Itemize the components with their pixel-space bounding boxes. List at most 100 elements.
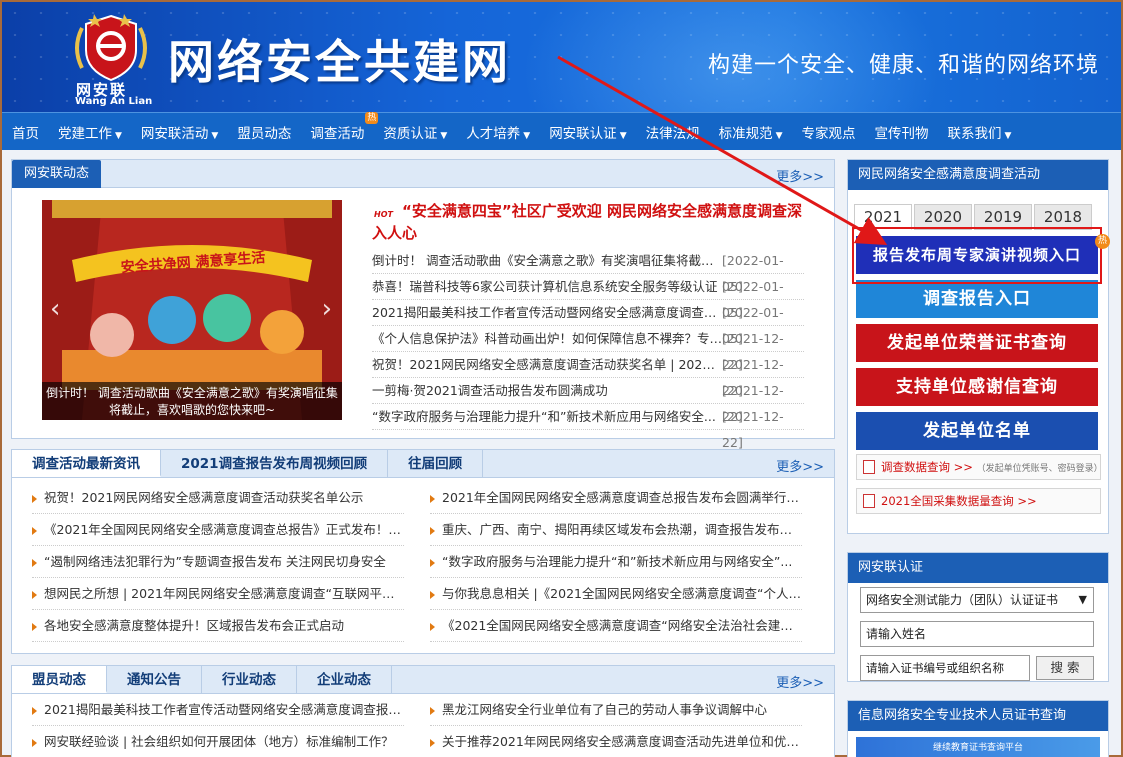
list-item[interactable]: 黑龙江网络安全行业单位有了自己的劳动人事争议调解中心 [430,694,802,726]
list-item[interactable]: 《2021年全国网民网络安全感满意度调查总报告》正式发布！网... [32,514,404,546]
news-title[interactable]: 恭喜！瑞普科技等6家公司获计算机信息系统安全服务等级认证 [372,274,722,299]
headline-link[interactable]: “安全满意四宝”社区广受欢迎 网民网络安全感满意度调查深入人心 [372,200,812,244]
nav-item[interactable]: 联系我们 ▼ [948,122,1012,142]
news-title[interactable]: 祝贺！2021网民网络安全感满意度调查活动获奖名单 | 2021调查... [372,352,722,377]
list-item[interactable]: 《2021全国网民网络安全感满意度调查“网络安全法治社会建设... [430,610,802,642]
members-tab-bar: 盟员动态 通知公告 行业动态 企业动态 更多>> [12,666,834,694]
survey-more-link[interactable]: 更多>> [776,456,824,475]
logo-text-en: Wang An Lian [75,96,153,107]
tab-item[interactable]: 通知公告 [107,666,202,693]
list-item[interactable]: 各地安全感满意度整体提升！区域报告发布会正式启动 [32,610,404,642]
news-item[interactable]: 2021揭阳最美科技工作者宣传活动暨网络安全感满意度调查报告... [2022-0… [372,300,804,346]
survey-side-title: 网民网络安全感满意度调查活动 [848,160,1108,190]
data-query-note: （发起单位凭账号、密码登录） [976,464,1101,474]
carousel-prev-icon[interactable]: ‹ [50,294,60,324]
nav-item[interactable]: 盟员动态 [237,122,291,142]
name-input-placeholder: 请输入姓名 [866,627,927,641]
news-title[interactable]: 倒计时！ 调查活动歌曲《安全满意之歌》有奖演唱征集将截止，... [372,248,722,273]
side-entry-button[interactable]: 发起单位荣誉证书查询 [856,324,1098,362]
carousel-slide[interactable]: 安全共净网 满意享生活 ‹ › 倒计时！ 调查活动歌曲《安全满意之歌》有奖演唱征… [42,200,342,420]
nav-item[interactable]: 人才培养 ▼ [466,122,530,142]
news-item[interactable]: 祝贺！2021网民网络安全感满意度调查活动获奖名单 | 2021调查... [20… [372,352,804,398]
list-item[interactable]: 网安联经验谈 | 社会组织如何开展团体（地方）标准编制工作？ [32,726,404,757]
news-item[interactable]: 恭喜！瑞普科技等6家公司获计算机信息系统安全服务等级认证 [2022-01-05] [372,274,804,320]
survey-panel: 调查活动最新资讯 2021调查报告发布周视频回顾 往届回顾 更多>> 祝贺！2021网… [11,449,835,654]
nav-item[interactable]: 党建工作 ▼ [58,122,122,142]
members-more-link[interactable]: 更多>> [776,672,824,691]
news-title[interactable]: 《个人信息保护法》科普动画出炉！如何保障信息不裸奔？专家... [372,326,722,351]
carousel-caption[interactable]: 倒计时！ 调查活动歌曲《安全满意之歌》有奖演唱征集将截止，喜欢唱歌的您快来吧~ [42,382,342,420]
nav-item-label: 党建工作 [58,126,112,142]
site-title[interactable]: 网络安全共建网 [168,26,511,92]
carousel-next-icon[interactable]: › [322,294,332,324]
nav-item[interactable]: 法律法规 [646,122,700,142]
nav-item[interactable]: 资质认证 ▼ [383,122,447,142]
side-entry-button[interactable]: 支持单位感谢信查询 [856,368,1098,406]
list-item[interactable]: 想网民之所想 | 2021年网民网络安全感满意度调查“互联网平台... [32,578,404,610]
members-list-left: 2021揭阳最美科技工作者宣传活动暨网络安全感满意度调查报告... 网安联经验谈 … [32,694,422,757]
list-item[interactable]: 关于推荐2021年网民网络安全感满意度调查活动先进单位和优秀... [430,726,802,757]
name-input[interactable]: 请输入姓名 [860,621,1094,647]
list-item[interactable]: “遏制网络违法犯罪行为”专题调查报告发布 关注网民切身安全 [32,546,404,578]
survey-columns: 祝贺！2021网民网络安全感满意度调查活动获奖名单公示 《2021年全国网民网络安… [12,478,834,642]
caret-down-icon: ▼ [1004,131,1012,141]
collection-query-link[interactable]: 2021全国采集数据量查询 >> [856,488,1101,514]
news-title[interactable]: “数字政府服务与治理能力提升“和”新技术新应用与网络安全... [372,404,722,429]
tab-item[interactable]: 调查活动最新资讯 [12,450,161,477]
news-item[interactable]: “数字政府服务与治理能力提升“和”新技术新应用与网络安全... [2021-12-… [372,404,804,450]
cert-type-select[interactable]: 网络安全测试能力（团队）认证证书 ▼ [860,587,1094,613]
news-item[interactable]: 《个人信息保护法》科普动画出炉！如何保障信息不裸奔？专家... [2021-12-… [372,326,804,372]
cert-id-input[interactable]: 请输入证书编号或组织名称 [860,655,1030,681]
list-item[interactable]: “数字政府服务与治理能力提升“和”新技术新应用与网络安全”... [430,546,802,578]
nav-item-label: 专家观点 [801,126,856,142]
list-item[interactable]: 2021揭阳最美科技工作者宣传活动暨网络安全感满意度调查报告... [32,694,404,726]
caret-down-icon: ▼ [115,131,122,141]
caret-down-icon: ▼ [523,131,531,141]
data-query-label: 调查数据查询 >> [881,460,973,474]
data-query-link[interactable]: 调查数据查询 >> （发起单位凭账号、密码登录） [856,454,1101,480]
nav-item-label: 网安联认证 [549,126,617,142]
staff-cert-panel: 信息网络安全专业技术人员证书查询 继续教育证书查询平台 [847,700,1109,757]
tab-item[interactable]: 企业动态 [297,666,392,693]
survey-list-right: 2021年全国网民网络安全感满意度调查总报告发布会圆满举行 | 2... 重庆、广… [430,482,820,642]
nav-item[interactable]: 专家观点 [802,122,856,142]
checklist-icon [863,494,875,508]
news-title[interactable]: 2021揭阳最美科技工作者宣传活动暨网络安全感满意度调查报告... [372,300,722,325]
nav-item[interactable]: 调查活动热 [310,112,379,142]
tab-dynamics[interactable]: 网安联动态 [12,160,102,188]
tab-item[interactable]: 2021调查报告发布周视频回顾 [161,450,389,477]
news-date: [2021-12-22] [722,383,784,424]
tab-item[interactable]: 往届回顾 [388,450,484,477]
search-button[interactable]: 搜 索 [1036,656,1094,680]
nav-item-label: 首页 [12,126,39,142]
nav-item[interactable]: 网安联活动 ▼ [141,122,218,142]
side-entry-button[interactable]: 调查报告入口 [856,280,1098,318]
list-item[interactable]: 与你我息息相关 |《2021全国网民网络安全感满意度调查“个人信... [430,578,802,610]
side-entry-button[interactable]: 发起单位名单 [856,412,1098,450]
nav-item[interactable]: 宣传刊物 [875,122,929,142]
staff-cert-banner[interactable]: 继续教育证书查询平台 [856,737,1100,757]
news-date: [2021-12-22] [722,331,784,372]
list-item[interactable]: 2021年全国网民网络安全感满意度调查总报告发布会圆满举行 | 2... [430,482,802,514]
news-item[interactable]: 倒计时！ 调查活动歌曲《安全满意之歌》有奖演唱征集将截止，... [2022-01… [372,248,804,294]
news-date: [2022-01-05] [722,305,784,346]
list-item[interactable]: 重庆、广西、南宁、揭阳再续区域发布会热潮，调查报告发布会很... [430,514,802,546]
highlight-box [852,227,1102,284]
nav-item-label: 联系我们 [947,126,1002,142]
nav-item[interactable]: 标准规范 ▼ [719,122,783,142]
news-date: [2021-12-22] [722,357,784,398]
news-title[interactable]: 一剪梅·贺2021调查活动报告发布圆满成功 [372,378,722,403]
nav-item[interactable]: 首页 [12,122,39,142]
survey-side-panel: 网民网络安全感满意度调查活动 2021 2020 2019 2018 报告发布周专家演… [847,159,1109,534]
news-item[interactable]: 一剪梅·贺2021调查活动报告发布圆满成功 [2021-12-22] [372,378,804,424]
nav-item-label: 标准规范 [718,126,773,142]
more-link[interactable]: 更多>> [776,166,824,185]
nav-item[interactable]: 网安联认证 ▼ [549,122,626,142]
tab-item[interactable]: 盟员动态 [12,666,107,693]
tab-item[interactable]: 行业动态 [202,666,297,693]
cert-id-placeholder: 请输入证书编号或组织名称 [866,661,1004,675]
list-item[interactable]: 祝贺！2021网民网络安全感满意度调查活动获奖名单公示 [32,482,404,514]
hot-badge-icon: 热 [365,112,379,124]
site-header: 网安联 Wang An Lian 网络安全共建网 构建一个安全、健康、和谐的网络… [2,2,1121,112]
news-list: 倒计时！ 调查活动歌曲《安全满意之歌》有奖演唱征集将截止，... [2022-01… [372,248,804,450]
